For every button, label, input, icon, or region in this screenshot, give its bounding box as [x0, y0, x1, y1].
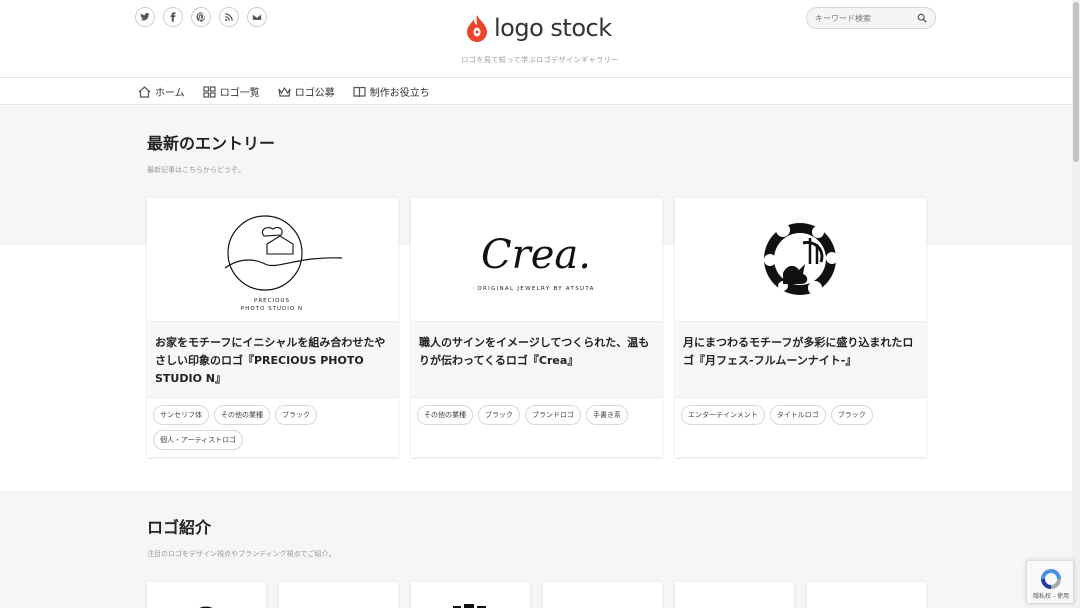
rss-icon[interactable] [219, 7, 239, 27]
pinterest-icon[interactable] [191, 7, 211, 27]
latest-section-title: 最新のエントリー [147, 134, 276, 153]
intro-section-title: ロゴ紹介 [147, 518, 212, 537]
recaptcha-badge[interactable]: 隠私权 - 使用 [1026, 560, 1074, 604]
intro-card[interactable] [675, 582, 794, 608]
nav-item-logo-list[interactable]: ロゴ一覧 [203, 84, 260, 99]
tag[interactable]: ブランドロゴ [525, 405, 581, 425]
intro-card[interactable] [279, 582, 398, 608]
mail-icon[interactable] [247, 7, 267, 27]
site-header: logo stock ロゴを見て知って学ぶロゴデザインギャラリー [0, 0, 1080, 78]
entry-title[interactable]: 職人のサインをイメージしてつくられた、温もりが伝わってくるロゴ『Crea』 [419, 334, 654, 370]
entry-thumbnail[interactable] [675, 198, 926, 322]
nav-item-label: ロゴ公募 [294, 88, 335, 99]
scrollbar-thumb[interactable] [1073, 2, 1079, 162]
moon-fes-logo [764, 222, 838, 295]
nav-item-home[interactable]: ホーム [138, 84, 185, 99]
facebook-icon[interactable] [163, 7, 183, 27]
tag[interactable]: その他の業種 [214, 405, 270, 425]
home-icon [138, 85, 151, 98]
logo-line-2: ORIGINAL JEWELRY BY ATSUTA [477, 286, 594, 292]
tag[interactable]: 手書き系 [586, 405, 628, 425]
nav-item-label: ロゴ一覧 [219, 88, 260, 99]
entry-title[interactable]: お家をモチーフにイニシャルを組み合わせたやさしい印象のロゴ『PRECIOUS P… [155, 334, 390, 388]
entry-tags: その他の業種 ブラック ブランドロゴ 手書き系 [411, 398, 662, 425]
site-logo[interactable]: logo stock [466, 14, 612, 42]
crea-logo: Crea. ORIGINAL JEWELRY BY ATSUTA [477, 232, 594, 292]
tag[interactable]: ブラック [275, 405, 317, 425]
logo-line-1: Crea. [481, 232, 591, 278]
search-icon[interactable] [917, 13, 927, 23]
site-tagline: ロゴを見て知って学ぶロゴデザインギャラリー [461, 56, 619, 64]
global-nav: ホーム ロゴ一覧 ロゴ公募 制作お役立ち [0, 78, 1080, 105]
entry-card[interactable]: PRECIOUS PHOTO STUDIO N お家をモチーフにイニシャルを組み… [147, 198, 398, 457]
grid-icon [203, 85, 216, 98]
entry-card[interactable]: Crea. ORIGINAL JEWELRY BY ATSUTA 職人のサインを… [411, 198, 662, 457]
logo-text: logo stock [494, 14, 612, 42]
tag[interactable]: その他の業種 [417, 405, 473, 425]
page-scrollbar[interactable] [1072, 0, 1080, 608]
tag[interactable]: タイトルロゴ [769, 405, 826, 425]
intro-card[interactable] [543, 582, 662, 608]
tag[interactable]: ブラック [830, 405, 873, 425]
intro-card[interactable] [147, 582, 266, 608]
flame-logo-icon [467, 15, 487, 42]
intro-cards [147, 582, 926, 608]
tag[interactable]: ブラック [478, 405, 520, 425]
intro-section-subtitle: 注目のロゴをデザイン視点やブランディング視点でご紹介。 [147, 550, 336, 558]
latest-section-subtitle: 最新記事はこちらからどうぞ。 [147, 166, 245, 174]
nav-item-logo-contest[interactable]: ロゴ公募 [278, 84, 335, 99]
logo-line-1: PRECIOUS [254, 298, 290, 304]
intro-card[interactable] [411, 582, 530, 608]
latest-entries: PRECIOUS PHOTO STUDIO N お家をモチーフにイニシャルを組み… [147, 198, 926, 457]
entry-thumbnail[interactable]: Crea. ORIGINAL JEWELRY BY ATSUTA [411, 198, 662, 322]
tag[interactable]: 個人・アーティストロゴ [153, 430, 244, 450]
entry-title[interactable]: 月にまつわるモチーフが多彩に盛り込まれたロゴ『月フェス-フルムーンナイト-』 [683, 334, 918, 370]
logo-line-2: PHOTO STUDIO N [241, 306, 303, 312]
nav-item-label: ホーム [155, 88, 185, 99]
entry-card[interactable]: 月にまつわるモチーフが多彩に盛り込まれたロゴ『月フェス-フルムーンナイト-』 エ… [675, 198, 926, 457]
entry-thumbnail[interactable]: PRECIOUS PHOTO STUDIO N [147, 198, 398, 322]
nav-item-label: 制作お役立ち [369, 88, 430, 99]
tag[interactable]: エンターテインメント [681, 405, 765, 425]
entry-tags: サンセリフ体 その他の業種 ブラック 個人・アーティストロゴ [147, 398, 398, 450]
precious-photo-studio-logo: PRECIOUS PHOTO STUDIO N [224, 214, 343, 312]
social-links [135, 7, 267, 27]
search-input[interactable] [815, 13, 915, 23]
recaptcha-text: 隠私权 - 使用 [1033, 593, 1069, 600]
search-box[interactable] [806, 7, 936, 29]
book-icon [353, 86, 366, 97]
recaptcha-icon [1041, 569, 1061, 589]
nav-item-resources[interactable]: 制作お役立ち [353, 84, 430, 99]
twitter-icon[interactable] [135, 7, 155, 27]
tag[interactable]: サンセリフ体 [153, 405, 209, 425]
crown-icon [278, 86, 291, 97]
intro-thumbnail [199, 606, 213, 608]
entry-tags: エンターテインメント タイトルロゴ ブラック [675, 398, 926, 425]
intro-thumbnail [453, 604, 486, 608]
intro-card[interactable] [807, 582, 926, 608]
